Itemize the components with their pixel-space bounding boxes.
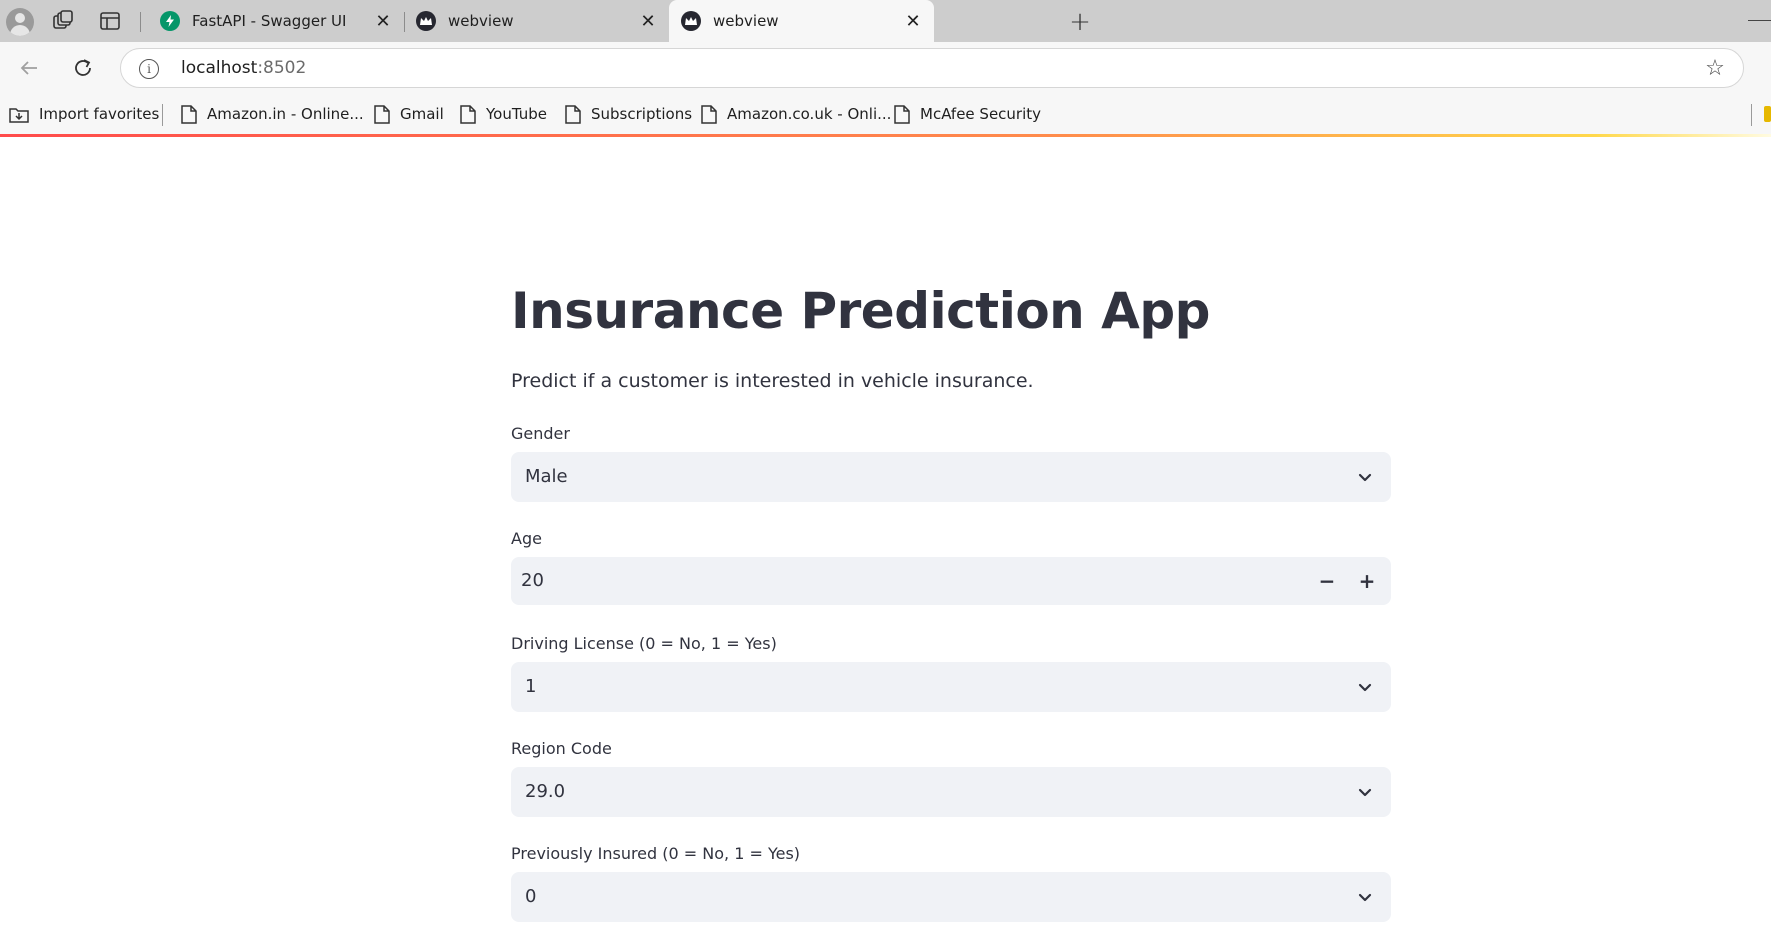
driving-license-value: 1 xyxy=(525,676,537,697)
new-tab-button[interactable]: + xyxy=(1067,7,1093,37)
app-running-indicator xyxy=(0,134,1771,137)
bookmark-label: YouTube xyxy=(486,105,547,123)
bookmark-label: Gmail xyxy=(400,105,444,123)
minimize-icon[interactable] xyxy=(1748,20,1771,21)
increment-button[interactable]: + xyxy=(1347,557,1387,605)
chevron-down-icon xyxy=(1358,473,1372,482)
gender-label: Gender xyxy=(511,424,570,443)
profile-avatar-icon[interactable] xyxy=(6,8,34,36)
bookmark-youtube[interactable]: YouTube xyxy=(460,94,547,134)
tab-close-icon[interactable]: ✕ xyxy=(902,10,924,32)
favorite-star-icon[interactable]: ☆ xyxy=(1703,56,1727,81)
other-favorites-folder-icon[interactable] xyxy=(1764,106,1771,122)
age-label: Age xyxy=(511,529,542,548)
tab-title: FastAPI - Swagger UI xyxy=(192,12,347,30)
fastapi-favicon-icon xyxy=(160,11,180,31)
bookmark-label: McAfee Security xyxy=(920,105,1042,123)
page-icon xyxy=(894,104,910,124)
bookmark-label: Subscriptions xyxy=(591,105,693,123)
driving-license-select[interactable]: 1 xyxy=(511,662,1391,712)
tab-webview-1[interactable]: webview ✕ xyxy=(404,0,669,42)
bookmark-subscriptions[interactable]: Subscriptions xyxy=(565,94,692,134)
bookmark-import-favorites[interactable]: Import favorites xyxy=(9,94,159,134)
region-code-value: 29.0 xyxy=(525,781,566,802)
bookmark-label: Amazon.in - Online... xyxy=(207,105,364,123)
import-favorites-icon xyxy=(9,107,29,123)
previously-insured-select[interactable]: 0 xyxy=(511,872,1391,922)
bookmark-amazon-in[interactable]: Amazon.in - Online... xyxy=(181,94,364,134)
previously-insured-value: 0 xyxy=(525,886,537,907)
address-bar[interactable]: i localhost:8502 ☆ xyxy=(120,48,1744,88)
back-arrow-icon[interactable] xyxy=(13,52,45,84)
driving-license-label: Driving License (0 = No, 1 = Yes) xyxy=(511,634,777,653)
gender-select[interactable]: Male xyxy=(511,452,1391,502)
tab-close-icon[interactable]: ✕ xyxy=(372,10,394,32)
previously-insured-label: Previously Insured (0 = No, 1 = Yes) xyxy=(511,844,801,863)
page-description: Predict if a customer is interested in v… xyxy=(511,370,1034,392)
workspaces-icon[interactable] xyxy=(51,9,75,33)
age-number-input[interactable]: 20 − + xyxy=(511,557,1391,605)
refresh-icon[interactable] xyxy=(67,52,99,84)
tab-close-icon[interactable]: ✕ xyxy=(637,10,659,32)
address-url[interactable]: localhost:8502 xyxy=(181,49,306,87)
bookmark-gmail[interactable]: Gmail xyxy=(374,94,444,134)
chevron-down-icon xyxy=(1358,788,1372,797)
bookmark-mcafee[interactable]: McAfee Security xyxy=(894,94,1041,134)
page-icon xyxy=(565,104,581,124)
region-code-select[interactable]: 29.0 xyxy=(511,767,1391,817)
browser-toolbar: i localhost:8502 ☆ ▾ xyxy=(0,42,1771,116)
age-value[interactable]: 20 xyxy=(521,557,544,605)
site-info-icon[interactable]: i xyxy=(139,59,159,79)
chevron-down-icon xyxy=(1358,683,1372,692)
streamlit-favicon-icon xyxy=(416,11,436,31)
streamlit-favicon-icon xyxy=(681,11,701,31)
decrement-button[interactable]: − xyxy=(1307,557,1347,605)
page-icon xyxy=(701,104,717,124)
tab-fastapi-swagger[interactable]: FastAPI - Swagger UI ✕ xyxy=(148,0,404,42)
bookmark-label: Amazon.co.uk - Onli... xyxy=(727,105,892,123)
bookmark-amazon-co-uk[interactable]: Amazon.co.uk - Onli... xyxy=(701,94,891,134)
tab-webview-active[interactable]: webview ✕ xyxy=(669,0,934,42)
bookmarks-bar: Import favorites Amazon.in - Online... G… xyxy=(0,94,1771,134)
tab-title: webview xyxy=(713,12,779,30)
region-code-label: Region Code xyxy=(511,739,612,758)
bookmark-label: Import favorites xyxy=(39,105,160,123)
page-icon xyxy=(460,104,476,124)
tab-title: webview xyxy=(448,12,514,30)
page-icon xyxy=(181,104,197,124)
tab-strip: FastAPI - Swagger UI ✕ webview ✕ webview… xyxy=(0,0,1771,42)
page-title: Insurance Prediction App xyxy=(511,282,1210,340)
page-icon xyxy=(374,104,390,124)
gender-value: Male xyxy=(525,466,568,487)
chevron-down-icon xyxy=(1358,893,1372,902)
vertical-tabs-icon[interactable] xyxy=(98,9,122,33)
